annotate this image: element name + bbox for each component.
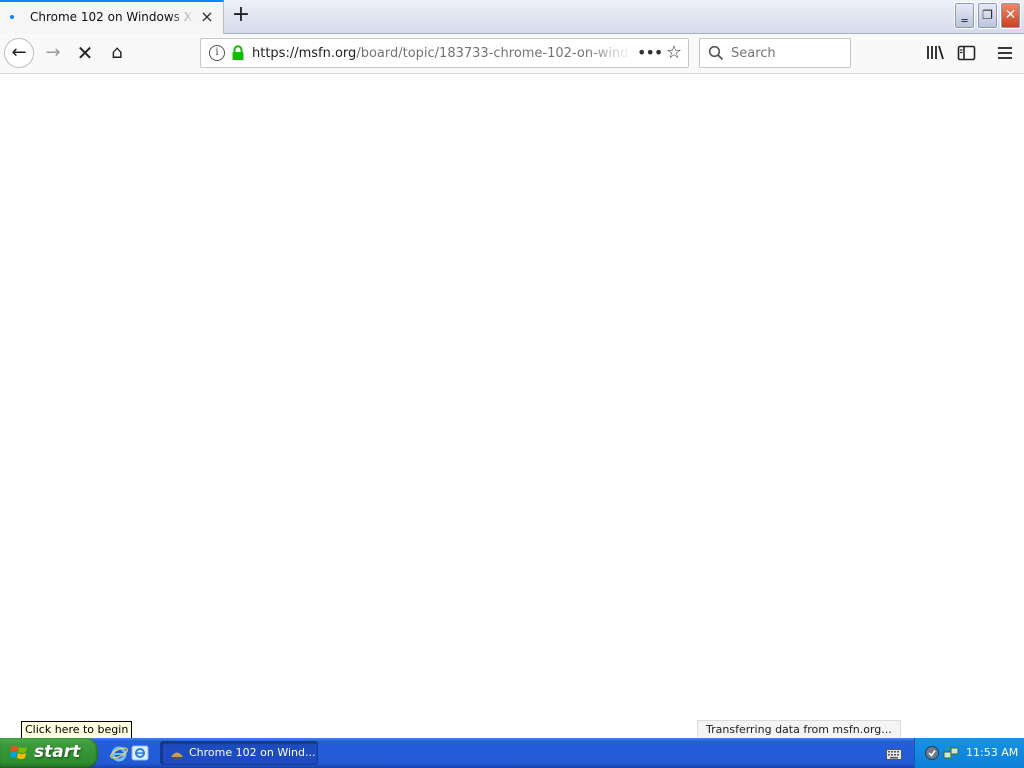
forward-button[interactable]: → <box>38 38 68 68</box>
search-input[interactable]: Search <box>699 38 851 68</box>
url-path: /board/topic/183733-chrome-102-on-window… <box>356 46 632 61</box>
navigation-toolbar: ← → ✕ ⌂ i https://msfn.org/board/topic/1… <box>0 34 1024 74</box>
taskbar-item-label: Chrome 102 on Wind... <box>189 746 316 759</box>
bookmark-star-icon[interactable]: ☆ <box>664 42 684 63</box>
hamburger-menu-icon[interactable] <box>993 41 1017 65</box>
page-content[interactable] <box>0 74 1024 738</box>
desktop-screen: Chrome 102 on Windows XP - Windows XP × … <box>0 0 1024 768</box>
browser-tab-active[interactable]: Chrome 102 on Windows XP - Windows XP × <box>0 0 224 34</box>
library-icon[interactable] <box>923 41 947 65</box>
back-button[interactable]: ← <box>4 38 34 68</box>
start-tooltip: Click here to begin <box>21 721 133 739</box>
taskbar: start Chrome 102 on Wind... 11:53 AM <box>0 738 1024 768</box>
url-bar[interactable]: i https://msfn.org/board/topic/183733-ch… <box>200 38 689 68</box>
tab-title: Chrome 102 on Windows XP - Windows XP <box>30 10 194 24</box>
search-placeholder: Search <box>731 46 776 61</box>
internet-explorer-alt-icon[interactable] <box>131 744 149 762</box>
internet-explorer-icon[interactable] <box>110 744 128 762</box>
page-actions-button[interactable]: ••• <box>637 43 663 63</box>
status-panel: Transferring data from msfn.org... <box>697 720 901 739</box>
loading-dot-icon <box>10 15 14 19</box>
system-tray: 11:53 AM <box>914 738 1024 768</box>
security-shield-icon[interactable] <box>924 745 940 761</box>
windows-flag-icon <box>10 744 28 762</box>
search-icon <box>708 45 724 61</box>
stop-button[interactable]: ✕ <box>70 38 100 68</box>
sidebar-icon[interactable] <box>955 41 979 65</box>
lock-icon[interactable] <box>231 45 245 61</box>
taskbar-item-browser[interactable]: Chrome 102 on Wind... <box>160 741 318 765</box>
tray-clock[interactable]: 11:53 AM <box>966 746 1018 759</box>
start-button[interactable]: start <box>0 738 98 768</box>
close-window-button[interactable]: ✕ <box>1000 2 1021 29</box>
restore-button[interactable]: ❐ <box>977 2 998 29</box>
keyboard-icon[interactable] <box>886 746 902 760</box>
tab-strip: Chrome 102 on Windows XP - Windows XP × … <box>0 0 1024 34</box>
network-icon[interactable] <box>943 745 959 761</box>
url-text[interactable]: https://msfn.org/board/topic/183733-chro… <box>252 46 632 62</box>
browser-window-icon <box>169 746 185 762</box>
new-tab-button[interactable]: + <box>230 4 252 26</box>
minimize-button[interactable]: ‗ <box>954 2 975 29</box>
url-host: https://msfn.org <box>252 46 357 61</box>
home-button[interactable]: ⌂ <box>102 38 132 68</box>
start-label: start <box>34 742 81 762</box>
info-icon[interactable]: i <box>209 45 225 61</box>
tab-close-icon[interactable]: × <box>199 9 215 25</box>
